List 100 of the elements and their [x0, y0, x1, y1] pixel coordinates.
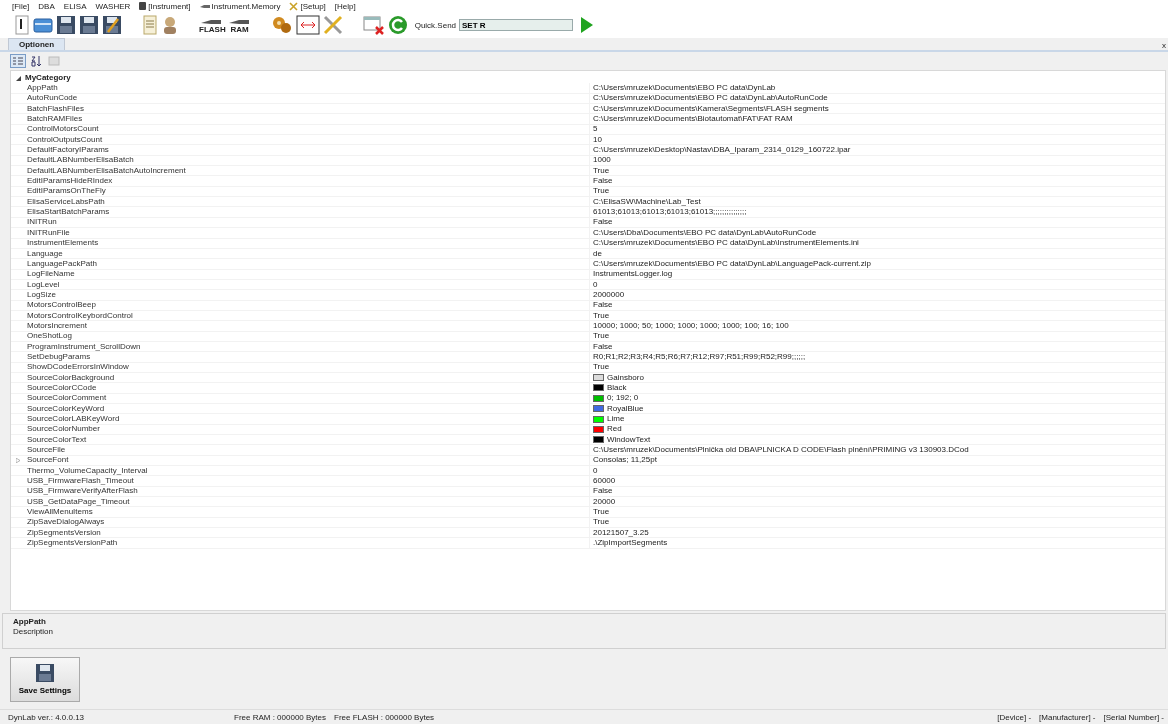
property-name[interactable]: SourceColorNumber [25, 424, 590, 435]
property-value[interactable]: True [593, 310, 610, 321]
property-value[interactable]: Black [607, 383, 627, 393]
property-value[interactable]: True [593, 517, 610, 528]
property-name[interactable]: DefaultLABNumberElisaBatchAutoIncrement [25, 165, 590, 176]
property-name[interactable]: USB_FirmwareFlash_Timeout [25, 476, 590, 487]
property-value[interactable]: 0 [593, 279, 598, 290]
property-name[interactable]: EditIParamsHideRIndex [25, 176, 590, 187]
property-value[interactable]: C:\Users\mruzek\Documents\EBO PC data\DynLab\AutoRunCode [593, 93, 828, 104]
property-name[interactable]: USB_GetDataPage_Timeout [25, 496, 590, 507]
property-name[interactable]: SourceFont [25, 455, 590, 466]
property-name[interactable]: BatchFlashFiles [25, 103, 590, 114]
property-name[interactable]: SourceColorBackground [25, 372, 590, 383]
property-name[interactable]: ViewAllMenuItems [25, 507, 590, 518]
refresh-icon[interactable] [387, 15, 408, 35]
property-name[interactable]: ControlMotorsCount [25, 124, 590, 135]
flash-button[interactable]: FLASH [199, 16, 226, 34]
property-value[interactable]: Consolas; 11,25pt [593, 455, 657, 466]
property-name[interactable]: AppPath [25, 83, 590, 93]
property-value[interactable]: True [593, 331, 610, 342]
property-name[interactable]: ElisaServiceLabsPath [25, 196, 590, 207]
property-name[interactable]: MotorsControlKeybordControl [25, 310, 590, 321]
menu-item[interactable]: Instrument.Memory [199, 1, 281, 11]
property-name[interactable]: INITRun [25, 217, 590, 228]
property-value[interactable]: 20000 [593, 496, 616, 507]
resize-arrows-icon[interactable] [295, 15, 320, 35]
property-value[interactable]: False [593, 341, 613, 352]
property-value[interactable]: 10000; 1000; 50; 1000; 1000; 1000; 1000; 100; 16; 100 [593, 320, 789, 331]
save-icon[interactable] [102, 15, 122, 35]
property-value[interactable]: 61013;61013;61013;61013;61013;;;;;;;;;;;;;;; [593, 207, 747, 218]
property-name[interactable]: LogLevel [25, 279, 590, 290]
property-value[interactable]: C:\Users\mruzek\Documents\EBO PC data\DynLab\LanguagePack-current.zip [593, 258, 871, 269]
property-value[interactable]: False [593, 176, 613, 187]
property-value[interactable]: False [593, 217, 613, 228]
gears-icon[interactable] [270, 15, 293, 35]
property-name[interactable]: LogSize [25, 289, 590, 300]
folder-icon[interactable] [33, 15, 53, 35]
menu-item[interactable]: ELISA [63, 1, 87, 11]
property-value[interactable]: 0 [593, 465, 598, 476]
property-name[interactable]: LanguagePackPath [25, 258, 590, 269]
property-name[interactable]: ZipSaveDialogAlways [25, 517, 590, 528]
property-value[interactable]: InstrumentsLogger.log [593, 269, 673, 280]
save-icon[interactable] [56, 15, 76, 35]
property-name[interactable]: ElisaStartBatchParams [25, 207, 590, 218]
collapse-icon[interactable] [15, 75, 21, 81]
menu-item[interactable]: DBA [38, 1, 55, 11]
ram-button[interactable]: RAM [228, 16, 251, 34]
property-value[interactable]: 10 [593, 134, 602, 145]
property-name[interactable]: EditIParamsOnTheFly [25, 186, 590, 197]
property-name[interactable]: ControlOutputsCount [25, 134, 590, 145]
property-value[interactable]: C:\Users\mruzek\Documents\EBO PC data\DynLab [593, 83, 776, 93]
property-name[interactable]: SourceColorKeyWord [25, 403, 590, 414]
property-value[interactable]: Lime [607, 414, 625, 424]
save-settings-button[interactable]: Save Settings [10, 656, 80, 702]
property-name[interactable]: Language [25, 248, 590, 259]
property-name[interactable]: SourceColorText [25, 434, 590, 445]
property-value[interactable]: 60000 [593, 476, 616, 487]
property-value[interactable]: 1000 [593, 155, 611, 166]
menu-item[interactable]: [Instrument] [139, 1, 191, 11]
property-name[interactable]: InstrumentElements [25, 238, 590, 249]
property-value[interactable]: C:\Users\mruzek\Documents\Plnička old DBA\PLNICKA D CODE\Flash plnění\PRIMING v3 130903.DCod [593, 445, 969, 456]
property-name[interactable]: SourceFile [25, 445, 590, 456]
options-tab[interactable]: Optionen [8, 38, 66, 50]
property-name[interactable]: Thermo_VolumeCapacity_Interval [25, 465, 590, 476]
property-name[interactable]: SetDebugParams [25, 351, 590, 362]
property-name[interactable]: USB_FirmwareVerifyAfterFlash [25, 486, 590, 497]
quick-send-field[interactable]: SET R [459, 19, 574, 31]
play-icon[interactable] [580, 16, 595, 34]
property-value[interactable]: True [593, 507, 610, 518]
property-value[interactable]: RoyalBlue [607, 403, 644, 414]
save-icon[interactable] [79, 15, 99, 35]
property-value[interactable]: Red [607, 424, 622, 435]
property-value[interactable]: C:\Users\mruzek\Desktop\Nastav\DBA_Iparam_2314_0129_160722.ipar [593, 145, 851, 156]
sort-az-icon[interactable] [28, 54, 44, 68]
property-value[interactable]: 0; 192; 0 [607, 393, 639, 404]
property-name[interactable]: MotorsControlBeep [25, 300, 590, 311]
property-value[interactable]: C:\Users\mruzek\Documents\EBO PC data\DynLab\InstrumentElements.ini [593, 238, 859, 249]
property-value[interactable]: 5 [593, 124, 598, 135]
property-name[interactable]: ShowDCodeErrorsInWindow [25, 362, 590, 373]
property-value[interactable]: .\ZipImportSegments [593, 538, 668, 549]
property-name[interactable]: SourceColorLABKeyWord [25, 414, 590, 424]
property-value[interactable]: C:\Users\Dba\Documents\EBO PC data\DynLab\AutoRunCode [593, 227, 817, 238]
property-name[interactable]: SourceColorComment [25, 393, 590, 404]
property-value[interactable]: 2000000 [593, 289, 625, 300]
property-name[interactable]: SourceColorCCode [25, 383, 590, 393]
person-icon[interactable] [161, 15, 179, 35]
property-name[interactable]: ZipSegmentsVersion [25, 527, 590, 538]
property-value[interactable]: R0;R1;R2;R3;R4;R5;R6;R7;R12;R97;R51;R99;R52;R99;;;;;; [593, 351, 806, 362]
property-value[interactable]: False [593, 300, 613, 311]
property-name[interactable]: INITRunFile [25, 227, 590, 238]
menu-item[interactable]: [File] [12, 1, 30, 11]
property-value[interactable]: de [593, 248, 602, 259]
property-value[interactable]: True [593, 165, 610, 176]
close-button[interactable]: x [1162, 41, 1166, 50]
tools-icon[interactable] [322, 15, 343, 35]
property-value[interactable]: True [593, 186, 610, 197]
property-value[interactable]: False [593, 486, 613, 497]
property-value[interactable]: Gainsboro [607, 372, 644, 383]
property-name[interactable]: MotorsIncrement [25, 320, 590, 331]
property-value[interactable]: C:\ElisaSW\Machine\Lab_Test [593, 196, 701, 207]
